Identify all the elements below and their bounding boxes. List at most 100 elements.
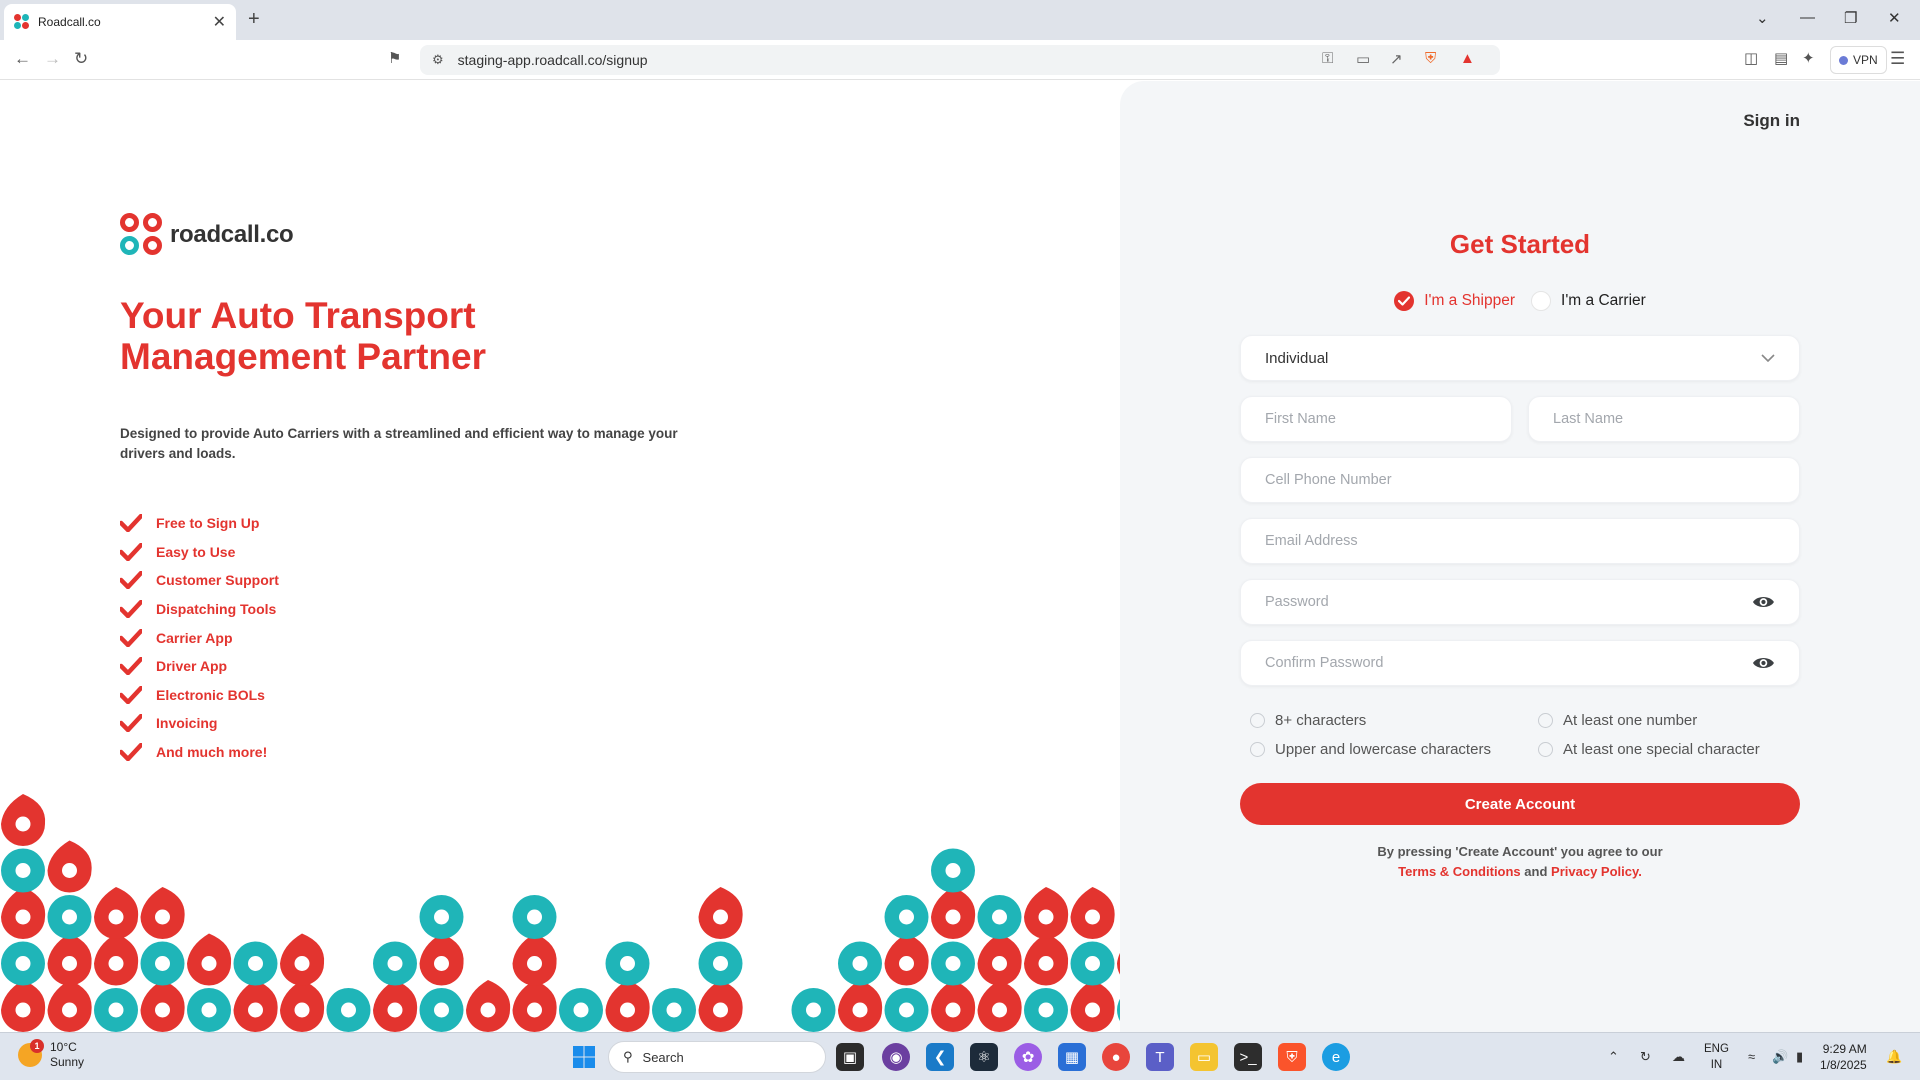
- start-icon[interactable]: [570, 1043, 598, 1071]
- role-shipper-label[interactable]: I'm a Shipper: [1424, 292, 1515, 310]
- first-name-input[interactable]: [1265, 411, 1487, 427]
- site-settings-icon[interactable]: ⚙: [432, 52, 444, 68]
- browser-tab[interactable]: Roadcall.co ✕: [4, 4, 236, 40]
- pin-marker: [605, 980, 650, 1032]
- wifi-icon[interactable]: ≈: [1748, 1049, 1755, 1064]
- menu-icon[interactable]: ☰: [1890, 49, 1905, 69]
- address-bar[interactable]: ⚙ staging-app.roadcall.co/signup ⚿ ▭ ↗ ⛨…: [420, 45, 1500, 75]
- pin-marker: [47, 840, 92, 893]
- chevron-down-icon[interactable]: [1761, 354, 1775, 362]
- language-indicator[interactable]: ENG IN: [1704, 1041, 1729, 1073]
- last-name-input[interactable]: [1553, 411, 1775, 427]
- onedrive-icon[interactable]: ☁: [1672, 1049, 1685, 1065]
- checkmark-icon: [120, 600, 142, 619]
- ring-marker: [1070, 941, 1115, 986]
- marketing-panel: roadcall.co Your Auto Transport Manageme…: [0, 81, 1120, 1032]
- sidebar-icon[interactable]: ◫: [1744, 49, 1758, 67]
- browser-toolbar: ← → ↻ ⚑ ⚙ staging-app.roadcall.co/signup…: [0, 40, 1920, 80]
- share-icon[interactable]: ↗: [1390, 50, 1403, 68]
- wallet-icon[interactable]: ▤: [1774, 49, 1788, 67]
- back-icon[interactable]: ←: [14, 49, 31, 69]
- sign-in-link[interactable]: Sign in: [1743, 111, 1800, 131]
- pin-marker: [838, 980, 883, 1032]
- feature-item: Free to Sign Up: [120, 509, 279, 538]
- privacy-link[interactable]: Privacy Policy.: [1551, 864, 1642, 879]
- leo-ai-icon[interactable]: ✦: [1802, 49, 1815, 67]
- eye-icon[interactable]: [1752, 594, 1775, 610]
- vscode-icon[interactable]: ❮: [926, 1043, 954, 1071]
- ring-marker: [931, 941, 975, 986]
- restore-icon[interactable]: ❐: [1844, 9, 1857, 27]
- github-icon[interactable]: ◉: [882, 1043, 910, 1071]
- last-name-field[interactable]: [1528, 396, 1800, 442]
- task-view-icon[interactable]: ▣: [836, 1043, 864, 1071]
- ring-marker: [373, 941, 417, 986]
- ring-marker: [233, 941, 278, 986]
- ring-marker: [419, 895, 464, 939]
- phone-field[interactable]: [1240, 457, 1800, 503]
- show-hidden-icons[interactable]: ⌃: [1608, 1049, 1619, 1065]
- pin-marker: [977, 980, 1022, 1032]
- account-type-value[interactable]: Individual: [1265, 350, 1761, 367]
- create-account-button[interactable]: Create Account: [1240, 783, 1800, 825]
- taskbar: 1 10°C Sunny ⚲ Search ▣ ◉ ❮ ⚛ ✿ ▦ ● T ▭ >…: [0, 1032, 1920, 1080]
- email-field[interactable]: [1240, 518, 1800, 564]
- role-carrier-label[interactable]: I'm a Carrier: [1561, 292, 1646, 310]
- taskbar-search[interactable]: ⚲ Search: [608, 1041, 826, 1073]
- radio-checked-icon[interactable]: [1394, 291, 1415, 311]
- close-window-icon[interactable]: ✕: [1888, 9, 1901, 27]
- account-type-select[interactable]: Individual: [1240, 335, 1800, 381]
- cast-icon[interactable]: ▭: [1356, 50, 1370, 68]
- clock[interactable]: 9:29 AM 1/8/2025: [1820, 1041, 1867, 1073]
- confirm-password-input[interactable]: [1265, 655, 1753, 671]
- edge-icon[interactable]: e: [1322, 1043, 1350, 1071]
- feature-item: Carrier App: [120, 623, 279, 652]
- role-carrier-option[interactable]: I'm a Carrier: [1531, 291, 1646, 311]
- store-icon[interactable]: ▦: [1058, 1043, 1086, 1071]
- brave-icon[interactable]: ⛨: [1278, 1043, 1306, 1071]
- tab-search-chevron-icon[interactable]: ⌄: [1756, 9, 1769, 27]
- password-field[interactable]: [1240, 579, 1800, 625]
- confirm-password-field[interactable]: [1240, 640, 1800, 686]
- brave-rewards-icon[interactable]: ▲: [1460, 50, 1475, 67]
- terminal-icon[interactable]: >_: [1234, 1043, 1262, 1071]
- pin-marker: [47, 933, 92, 986]
- password-rule: At least one number: [1538, 712, 1790, 729]
- radio-unchecked-icon[interactable]: [1531, 291, 1552, 311]
- feature-item: Driver App: [120, 652, 279, 681]
- terms-link[interactable]: Terms & Conditions: [1398, 864, 1521, 879]
- phone-input[interactable]: [1265, 472, 1775, 488]
- battery-icon[interactable]: ▮: [1796, 1049, 1803, 1065]
- pin-marker: [1070, 887, 1115, 939]
- eye-icon[interactable]: [1752, 655, 1775, 671]
- weather-widget[interactable]: 1 10°C Sunny: [18, 1039, 84, 1070]
- notifications-icon[interactable]: 🔔: [1886, 1049, 1902, 1065]
- teams-icon[interactable]: T: [1146, 1043, 1174, 1071]
- close-tab-icon[interactable]: ✕: [213, 12, 226, 32]
- roadcall-logo[interactable]: roadcall.co: [120, 213, 294, 257]
- vpn-button[interactable]: VPN: [1830, 46, 1887, 74]
- chrome-icon[interactable]: ●: [1102, 1043, 1130, 1071]
- ring-marker: [605, 941, 650, 986]
- file-explorer-icon[interactable]: ▭: [1190, 1043, 1218, 1071]
- first-name-field[interactable]: [1240, 396, 1512, 442]
- pin-marker: [233, 980, 278, 1032]
- brave-shields-icon[interactable]: ⛨: [1425, 50, 1436, 67]
- sync-icon[interactable]: ↻: [1640, 1049, 1651, 1065]
- ring-marker: [512, 895, 557, 939]
- password-key-icon[interactable]: ⚿: [1322, 50, 1333, 67]
- url-text[interactable]: staging-app.roadcall.co/signup: [458, 52, 648, 68]
- password-input[interactable]: [1265, 594, 1753, 610]
- bookmark-icon[interactable]: ⚑: [388, 49, 401, 67]
- copilot-icon[interactable]: ✿: [1014, 1043, 1042, 1071]
- react-devtools-icon[interactable]: ⚛: [970, 1043, 998, 1071]
- role-shipper-option[interactable]: I'm a Shipper: [1394, 291, 1515, 311]
- ring-marker: [1, 848, 45, 893]
- volume-icon[interactable]: 🔊: [1772, 1049, 1788, 1065]
- email-input[interactable]: [1265, 533, 1775, 549]
- reload-icon[interactable]: ↻: [74, 49, 88, 69]
- new-tab-icon[interactable]: +: [248, 8, 260, 31]
- forward-icon[interactable]: →: [44, 49, 61, 69]
- minimize-icon[interactable]: —: [1800, 9, 1815, 26]
- checkmark-icon: [120, 628, 142, 647]
